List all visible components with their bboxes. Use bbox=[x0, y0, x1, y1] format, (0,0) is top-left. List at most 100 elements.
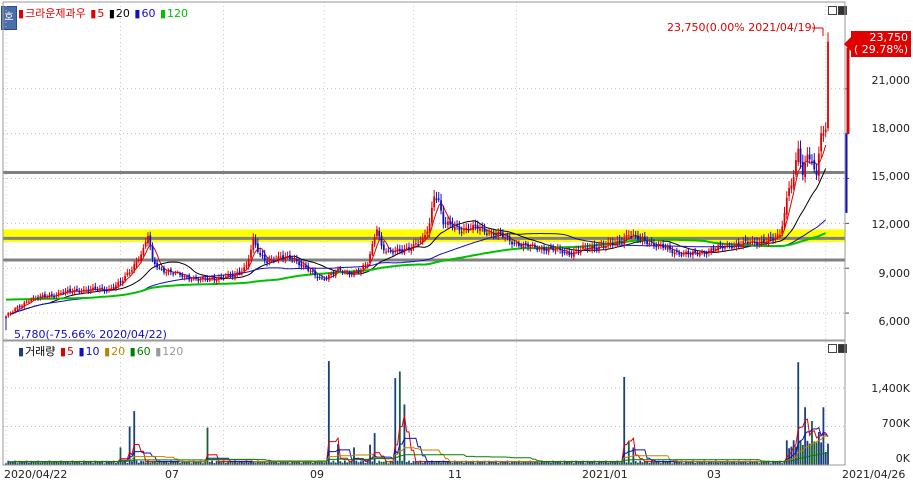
candle-body bbox=[822, 133, 825, 136]
candle-body bbox=[456, 225, 458, 227]
volume-bar bbox=[332, 460, 335, 465]
candle-body bbox=[311, 270, 314, 272]
candle-body bbox=[414, 243, 417, 245]
volume-bar bbox=[355, 460, 358, 465]
volume-bar bbox=[378, 460, 381, 465]
volume-bar bbox=[408, 460, 410, 465]
candle-body bbox=[76, 289, 78, 291]
candle-body bbox=[192, 277, 195, 280]
candle-body bbox=[179, 273, 181, 276]
candle-body bbox=[371, 243, 374, 255]
candle-body bbox=[646, 240, 649, 245]
candle-body bbox=[495, 233, 497, 235]
candle-body bbox=[595, 247, 598, 250]
candle-body bbox=[69, 288, 72, 292]
volume-bar bbox=[403, 404, 406, 465]
candle-body bbox=[428, 223, 431, 234]
volume-bar bbox=[353, 447, 355, 465]
candle-body bbox=[689, 253, 692, 255]
candle-body bbox=[350, 273, 353, 275]
candle-body bbox=[231, 274, 234, 277]
candle-body bbox=[659, 244, 662, 246]
candle-body bbox=[531, 244, 534, 246]
volume-bar bbox=[806, 440, 809, 465]
candle-body bbox=[389, 250, 392, 252]
candle-body bbox=[433, 196, 436, 208]
candle-body bbox=[749, 242, 752, 244]
volume-bar bbox=[799, 440, 802, 465]
candle-body bbox=[85, 290, 88, 292]
candle-body bbox=[309, 271, 312, 273]
candle-body bbox=[662, 243, 665, 248]
candle-body bbox=[307, 266, 310, 271]
candle-body bbox=[147, 235, 149, 244]
candle-body bbox=[408, 247, 410, 250]
candle-body bbox=[508, 237, 511, 241]
candle-body bbox=[39, 296, 42, 299]
candle-body bbox=[117, 282, 120, 286]
candle-body bbox=[593, 245, 596, 249]
candle-body bbox=[270, 259, 273, 261]
candle-body bbox=[785, 197, 788, 215]
candle-body bbox=[550, 246, 552, 248]
candle-body bbox=[188, 275, 191, 280]
candle-body bbox=[621, 241, 623, 243]
candle-body bbox=[339, 268, 342, 271]
candle-body bbox=[9, 312, 12, 315]
candle-body bbox=[18, 305, 21, 308]
candle-body bbox=[378, 230, 381, 237]
candle-body bbox=[577, 250, 580, 252]
candle-body bbox=[728, 245, 731, 247]
candle-body bbox=[14, 308, 17, 312]
candle-body bbox=[497, 231, 500, 237]
volume-bar bbox=[360, 461, 362, 465]
candle-body bbox=[247, 259, 250, 267]
y-tick-label: 21,000 bbox=[871, 74, 911, 87]
candle-body bbox=[185, 276, 188, 278]
candle-body bbox=[295, 259, 298, 261]
volume-tick-label: 1,400K bbox=[871, 382, 910, 395]
candle-body bbox=[149, 235, 152, 247]
candle-body bbox=[405, 247, 408, 249]
candle-body bbox=[632, 234, 635, 236]
x-tick-label: 07 bbox=[165, 468, 179, 481]
candle-body bbox=[208, 278, 211, 281]
candle-body bbox=[165, 272, 168, 274]
volume-bar bbox=[627, 441, 630, 465]
candle-body bbox=[325, 278, 328, 280]
candle-body bbox=[721, 246, 724, 248]
candle-body bbox=[513, 242, 516, 244]
volume-bar bbox=[339, 461, 342, 465]
candle-body bbox=[202, 277, 204, 280]
candle-body bbox=[181, 273, 184, 277]
candle-body bbox=[417, 244, 420, 246]
volume-ma20-line bbox=[8, 434, 829, 463]
candle-body bbox=[506, 235, 509, 237]
candle-body bbox=[401, 249, 404, 252]
candle-body bbox=[756, 241, 758, 245]
candle-body bbox=[591, 246, 594, 250]
candle-body bbox=[376, 229, 378, 236]
candle-body bbox=[435, 198, 438, 201]
candle-body bbox=[362, 265, 365, 270]
candle-body bbox=[554, 249, 557, 252]
candle-body bbox=[547, 247, 550, 253]
candle-body bbox=[259, 253, 262, 256]
candle-body bbox=[277, 256, 280, 261]
candle-body bbox=[25, 301, 28, 303]
candle-body bbox=[392, 252, 394, 254]
candle-body bbox=[133, 264, 136, 271]
candle-body bbox=[66, 289, 69, 293]
candle-body bbox=[158, 267, 161, 269]
candle-body bbox=[813, 160, 816, 170]
candle-body bbox=[607, 242, 610, 245]
candle-body bbox=[806, 154, 809, 162]
candle-body bbox=[474, 224, 477, 227]
candle-body bbox=[712, 247, 715, 251]
candle-body bbox=[291, 260, 294, 262]
candle-body bbox=[341, 271, 344, 273]
candle-body bbox=[488, 232, 491, 234]
candle-body bbox=[380, 235, 383, 246]
candle-body bbox=[430, 207, 433, 223]
volume-bar bbox=[815, 442, 818, 465]
